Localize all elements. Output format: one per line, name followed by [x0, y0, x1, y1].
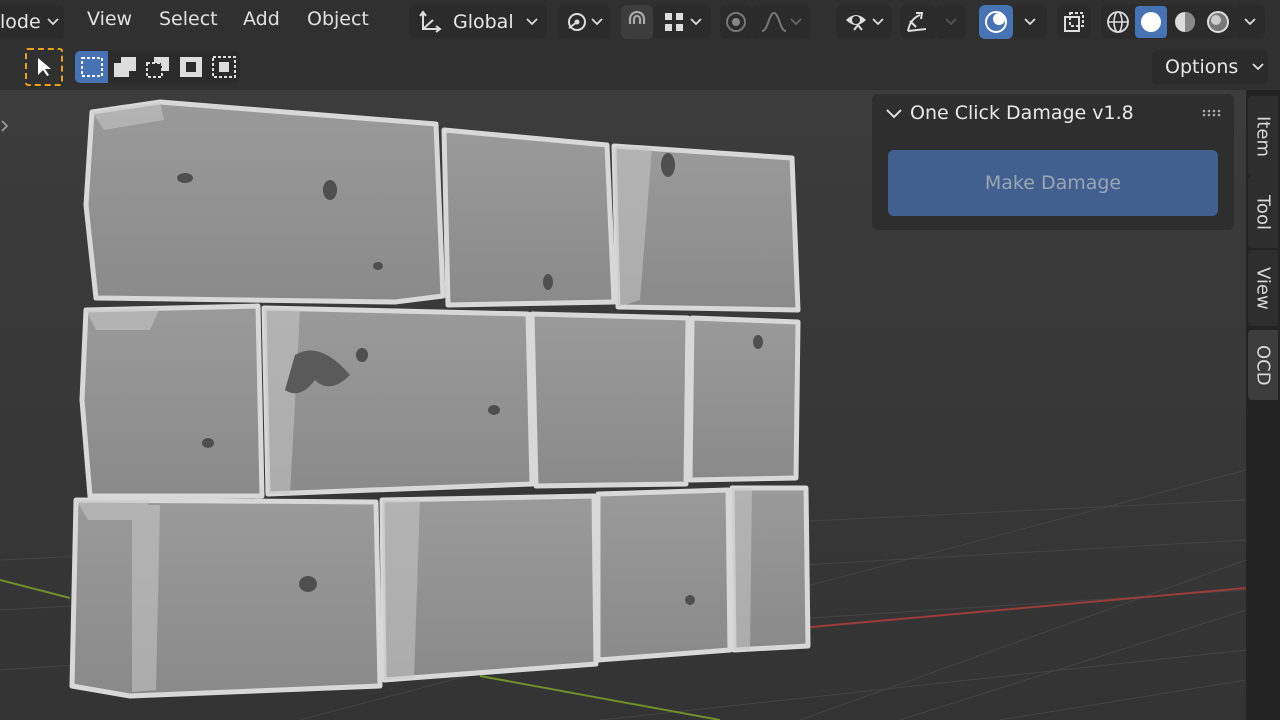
tab-ocd[interactable]: OCD — [1248, 330, 1278, 400]
tab-item-label: Item — [1252, 115, 1274, 157]
menu-select[interactable]: Select — [159, 8, 218, 30]
brick-mid-1 — [79, 303, 265, 499]
select-subtract-button[interactable] — [141, 51, 174, 83]
brick-bot-3 — [595, 487, 733, 663]
chevron-right-icon — [1, 120, 9, 132]
chevron-down-icon — [790, 18, 802, 26]
tab-item[interactable]: Item — [1248, 96, 1278, 176]
pivot-point-dropdown[interactable] — [558, 5, 610, 39]
sidebar-expand-arrow[interactable] — [0, 116, 10, 132]
chevron-down-icon — [886, 109, 902, 119]
falloff-dropdown[interactable] — [752, 5, 810, 39]
chevron-down-icon — [47, 18, 59, 26]
pivot-point-icon — [568, 13, 586, 31]
chevron-down-icon — [1252, 63, 1264, 71]
transform-orientation-icon — [419, 10, 442, 33]
make-damage-button[interactable]: Make Damage — [888, 150, 1218, 216]
proportional-editing-toggle[interactable] — [720, 5, 752, 39]
brick-top-1 — [83, 99, 446, 305]
chevron-down-icon — [872, 18, 884, 26]
panel-title: One Click Damage v1.8 — [910, 102, 1134, 124]
panel-header[interactable]: One Click Damage v1.8 — [872, 94, 1234, 134]
chevron-down-icon — [591, 18, 603, 26]
snap-toggle[interactable] — [621, 5, 653, 39]
eye-icon — [846, 15, 866, 31]
select-intersect-icon — [211, 56, 236, 78]
mode-label: lode — [0, 11, 41, 33]
mode-dropdown[interactable]: lode — [0, 5, 64, 39]
menu-view[interactable]: View — [87, 8, 132, 30]
wireframe-shading-icon — [1106, 11, 1129, 33]
select-invert-icon — [179, 57, 202, 77]
material-shading-icon — [1174, 12, 1195, 32]
gizmo-dropdown[interactable] — [936, 5, 966, 39]
xray-toggle[interactable] — [1057, 5, 1091, 39]
orientation-label: Global — [453, 11, 514, 33]
select-extend-icon — [113, 57, 136, 77]
magnet-icon — [628, 10, 646, 24]
cursor-icon — [38, 58, 51, 76]
overlays-icon — [985, 11, 1007, 33]
select-subtract-icon — [145, 57, 169, 78]
viewport-header: lode View Select Add Object Global — [0, 0, 1280, 44]
shading-group — [1101, 5, 1235, 39]
xray-icon — [1064, 12, 1084, 32]
active-tool-button[interactable] — [25, 48, 63, 86]
brick-mid-4 — [687, 315, 801, 483]
select-new-icon — [80, 57, 103, 77]
overlays-toggle[interactable] — [979, 5, 1013, 39]
brick-mid-2 — [261, 305, 535, 497]
solid-shading-button[interactable] — [1135, 6, 1168, 38]
select-invert-button[interactable] — [174, 51, 207, 83]
snap-target-dropdown[interactable] — [653, 5, 711, 39]
brick-mid-3 — [529, 311, 691, 489]
tab-tool[interactable]: Tool — [1248, 176, 1278, 248]
visibility-dropdown[interactable] — [836, 5, 892, 39]
overlays-dropdown[interactable] — [1013, 5, 1047, 39]
snap-increment-icon — [665, 13, 683, 31]
chevron-down-icon — [1024, 18, 1036, 26]
menu-object[interactable]: Object — [307, 8, 369, 30]
select-extend-button[interactable] — [108, 51, 141, 83]
options-dropdown[interactable]: Options — [1152, 50, 1268, 84]
tool-settings-bar: Options — [0, 44, 1280, 90]
chevron-down-icon — [945, 18, 957, 26]
select-intersect-button[interactable] — [207, 51, 240, 83]
drag-handle-icon[interactable] — [1202, 109, 1224, 117]
tab-tool-label: Tool — [1252, 194, 1274, 230]
sidebar-tabs: Item Tool View OCD — [1246, 90, 1280, 720]
selection-mode-group — [75, 51, 240, 83]
shading-dropdown[interactable] — [1235, 5, 1265, 39]
chevron-down-icon — [690, 18, 702, 26]
bricks — [69, 99, 811, 699]
material-shading-button[interactable] — [1169, 7, 1201, 37]
options-label: Options — [1165, 56, 1239, 78]
tab-view-label: View — [1252, 266, 1274, 310]
gizmo-icon — [907, 12, 927, 32]
chevron-down-icon — [1244, 18, 1256, 26]
select-new-button[interactable] — [75, 51, 108, 83]
brick-bot-1 — [69, 497, 383, 699]
addon-panel: One Click Damage v1.8 Make Damage — [872, 94, 1234, 230]
falloff-curve-icon — [761, 11, 787, 32]
tab-view[interactable]: View — [1248, 250, 1278, 326]
rendered-shading-icon — [1207, 11, 1230, 33]
chevron-down-icon — [525, 18, 538, 26]
solid-shading-icon — [1141, 12, 1162, 32]
brick-top-2 — [441, 127, 617, 308]
gizmo-toggle[interactable] — [900, 5, 936, 39]
menu-add[interactable]: Add — [243, 8, 280, 30]
tab-ocd-label: OCD — [1252, 344, 1274, 386]
transform-orientation-dropdown[interactable]: Global — [409, 5, 547, 39]
wireframe-shading-button[interactable] — [1102, 7, 1134, 37]
proportional-editing-icon — [726, 12, 746, 32]
rendered-shading-button[interactable] — [1202, 7, 1234, 37]
